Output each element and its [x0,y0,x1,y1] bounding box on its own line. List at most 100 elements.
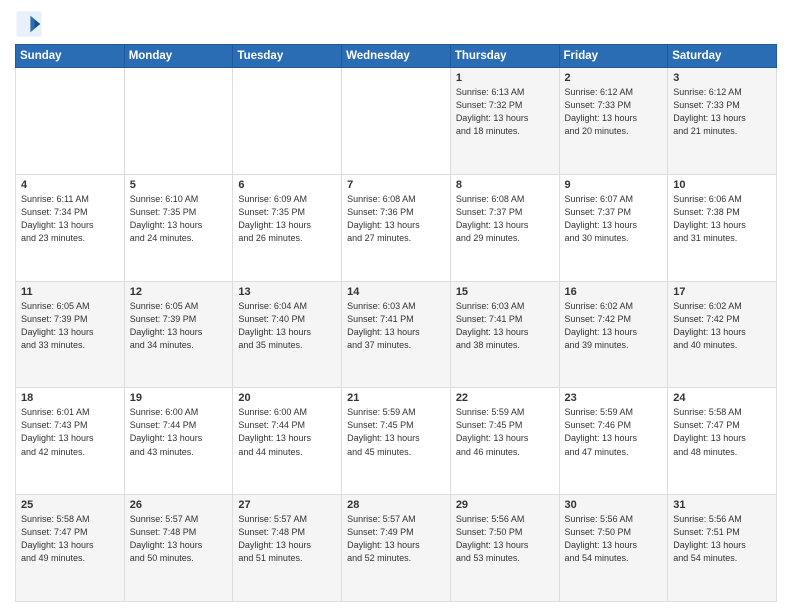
day-info: Sunrise: 6:09 AM Sunset: 7:35 PM Dayligh… [238,193,336,245]
day-info: Sunrise: 5:57 AM Sunset: 7:48 PM Dayligh… [238,513,336,565]
day-info: Sunrise: 6:12 AM Sunset: 7:33 PM Dayligh… [673,86,771,138]
day-number: 17 [673,286,771,298]
day-cell: 28 Sunrise: 5:57 AM Sunset: 7:49 PM Dayli… [342,495,451,602]
calendar-body: 1 Sunrise: 6:13 AM Sunset: 7:32 PM Daylig… [16,68,777,602]
day-info: Sunrise: 6:02 AM Sunset: 7:42 PM Dayligh… [565,300,663,352]
week-row-4: 18Sunrise: 6:01 AM Sunset: 7:43 PM Dayli… [16,388,777,495]
day-number: 15 [456,286,554,298]
day-cell: 9 Sunrise: 6:07 AM Sunset: 7:37 PM Daylig… [559,174,668,281]
day-cell: 22Sunrise: 5:59 AM Sunset: 7:45 PM Dayli… [450,388,559,495]
week-row-3: 11 Sunrise: 6:05 AM Sunset: 7:39 PM Dayli… [16,281,777,388]
day-info: Sunrise: 6:03 AM Sunset: 7:41 PM Dayligh… [456,300,554,352]
day-info: Sunrise: 6:10 AM Sunset: 7:35 PM Dayligh… [130,193,228,245]
day-number: 2 [565,72,663,84]
day-cell: 21 Sunrise: 5:59 AM Sunset: 7:45 PM Dayli… [342,388,451,495]
day-cell: 26 Sunrise: 5:57 AM Sunset: 7:48 PM Dayli… [124,495,233,602]
day-info: Sunrise: 6:12 AM Sunset: 7:33 PM Dayligh… [565,86,663,138]
col-header-saturday: Saturday [668,45,777,68]
day-info: Sunrise: 6:00 AM Sunset: 7:44 PM Dayligh… [130,406,228,458]
day-info: Sunrise: 5:57 AM Sunset: 7:49 PM Dayligh… [347,513,445,565]
header [15,10,777,38]
col-header-monday: Monday [124,45,233,68]
day-number: 4 [21,179,119,191]
day-cell: 24 Sunrise: 5:58 AM Sunset: 7:47 PM Dayli… [668,388,777,495]
day-cell [16,68,125,175]
day-info: Sunrise: 5:57 AM Sunset: 7:48 PM Dayligh… [130,513,228,565]
day-info: Sunrise: 6:13 AM Sunset: 7:32 PM Dayligh… [456,86,554,138]
day-number: 3 [673,72,771,84]
day-info: Sunrise: 6:07 AM Sunset: 7:37 PM Dayligh… [565,193,663,245]
logo-icon [15,10,43,38]
day-cell: 16 Sunrise: 6:02 AM Sunset: 7:42 PM Dayli… [559,281,668,388]
day-number: 19 [130,392,228,404]
day-number: 9 [565,179,663,191]
day-info: Sunrise: 5:59 AM Sunset: 7:45 PM Dayligh… [347,406,445,458]
day-info: Sunrise: 5:59 AM Sunset: 7:45 PM Dayligh… [456,406,554,458]
day-info: Sunrise: 6:02 AM Sunset: 7:42 PM Dayligh… [673,300,771,352]
day-number: 1 [456,72,554,84]
day-info: Sunrise: 6:05 AM Sunset: 7:39 PM Dayligh… [130,300,228,352]
day-number: 27 [238,499,336,511]
day-info: Sunrise: 6:08 AM Sunset: 7:37 PM Dayligh… [456,193,554,245]
day-cell: 20Sunrise: 6:00 AM Sunset: 7:44 PM Dayli… [233,388,342,495]
day-number: 28 [347,499,445,511]
week-row-2: 4 Sunrise: 6:11 AM Sunset: 7:34 PM Daylig… [16,174,777,281]
day-info: Sunrise: 5:56 AM Sunset: 7:50 PM Dayligh… [456,513,554,565]
day-cell: 29 Sunrise: 5:56 AM Sunset: 7:50 PM Dayli… [450,495,559,602]
day-number: 21 [347,392,445,404]
day-info: Sunrise: 5:59 AM Sunset: 7:46 PM Dayligh… [565,406,663,458]
day-number: 14 [347,286,445,298]
day-info: Sunrise: 6:05 AM Sunset: 7:39 PM Dayligh… [21,300,119,352]
day-cell: 17 Sunrise: 6:02 AM Sunset: 7:42 PM Dayli… [668,281,777,388]
day-number: 26 [130,499,228,511]
col-header-wednesday: Wednesday [342,45,451,68]
calendar-header: SundayMondayTuesdayWednesdayThursdayFrid… [16,45,777,68]
day-number: 7 [347,179,445,191]
day-cell: 27 Sunrise: 5:57 AM Sunset: 7:48 PM Dayli… [233,495,342,602]
day-info: Sunrise: 5:56 AM Sunset: 7:50 PM Dayligh… [565,513,663,565]
day-cell [342,68,451,175]
day-info: Sunrise: 6:04 AM Sunset: 7:40 PM Dayligh… [238,300,336,352]
day-number: 31 [673,499,771,511]
day-info: Sunrise: 6:06 AM Sunset: 7:38 PM Dayligh… [673,193,771,245]
day-cell [124,68,233,175]
col-header-sunday: Sunday [16,45,125,68]
day-number: 5 [130,179,228,191]
col-header-friday: Friday [559,45,668,68]
day-number: 24 [673,392,771,404]
day-cell: 23 Sunrise: 5:59 AM Sunset: 7:46 PM Dayli… [559,388,668,495]
day-cell: 19 Sunrise: 6:00 AM Sunset: 7:44 PM Dayli… [124,388,233,495]
day-cell: 7 Sunrise: 6:08 AM Sunset: 7:36 PM Daylig… [342,174,451,281]
day-cell: 5 Sunrise: 6:10 AM Sunset: 7:35 PM Daylig… [124,174,233,281]
day-cell: 25 Sunrise: 5:58 AM Sunset: 7:47 PM Dayli… [16,495,125,602]
day-number: 23 [565,392,663,404]
header-row: SundayMondayTuesdayWednesdayThursdayFrid… [16,45,777,68]
day-cell: 2 Sunrise: 6:12 AM Sunset: 7:33 PM Daylig… [559,68,668,175]
day-cell: 30Sunrise: 5:56 AM Sunset: 7:50 PM Dayli… [559,495,668,602]
day-info: Sunrise: 5:58 AM Sunset: 7:47 PM Dayligh… [21,513,119,565]
day-number: 16 [565,286,663,298]
day-cell: 10Sunrise: 6:06 AM Sunset: 7:38 PM Dayli… [668,174,777,281]
day-cell [233,68,342,175]
page: SundayMondayTuesdayWednesdayThursdayFrid… [0,0,792,612]
day-info: Sunrise: 6:11 AM Sunset: 7:34 PM Dayligh… [21,193,119,245]
day-cell: 12 Sunrise: 6:05 AM Sunset: 7:39 PM Dayli… [124,281,233,388]
day-number: 13 [238,286,336,298]
calendar-table: SundayMondayTuesdayWednesdayThursdayFrid… [15,44,777,602]
day-number: 12 [130,286,228,298]
day-number: 8 [456,179,554,191]
day-info: Sunrise: 5:58 AM Sunset: 7:47 PM Dayligh… [673,406,771,458]
day-cell: 3 Sunrise: 6:12 AM Sunset: 7:33 PM Daylig… [668,68,777,175]
day-number: 18 [21,392,119,404]
col-header-thursday: Thursday [450,45,559,68]
week-row-5: 25 Sunrise: 5:58 AM Sunset: 7:47 PM Dayli… [16,495,777,602]
day-number: 25 [21,499,119,511]
day-number: 29 [456,499,554,511]
day-cell: 13 Sunrise: 6:04 AM Sunset: 7:40 PM Dayli… [233,281,342,388]
day-number: 20 [238,392,336,404]
day-cell: 6Sunrise: 6:09 AM Sunset: 7:35 PM Daylig… [233,174,342,281]
day-info: Sunrise: 6:03 AM Sunset: 7:41 PM Dayligh… [347,300,445,352]
day-cell: 18Sunrise: 6:01 AM Sunset: 7:43 PM Dayli… [16,388,125,495]
day-info: Sunrise: 6:08 AM Sunset: 7:36 PM Dayligh… [347,193,445,245]
day-number: 11 [21,286,119,298]
